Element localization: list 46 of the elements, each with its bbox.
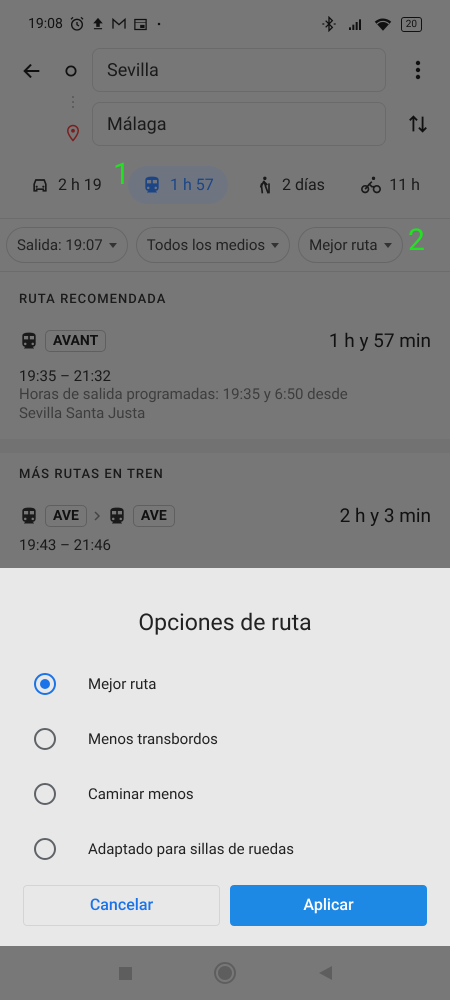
line-label: AVE: [45, 504, 87, 527]
radio-button[interactable]: [34, 673, 56, 695]
option-label[interactable]: Caminar menos: [88, 782, 194, 806]
dropdown-caret-icon: [108, 242, 117, 248]
option-label[interactable]: Mejor ruta: [88, 672, 156, 696]
destination-field[interactable]: Málaga: [92, 102, 386, 146]
annotation-number: 2: [408, 224, 425, 258]
bicycle-icon: [361, 175, 382, 195]
sheet-title: Opciones de ruta: [137, 608, 313, 638]
dropdown-caret-icon: [271, 242, 280, 248]
apply-button[interactable]: Aplicar: [230, 884, 427, 926]
bluetooth-icon: [320, 16, 337, 32]
radio-button[interactable]: [34, 783, 56, 805]
filter-chip[interactable]: Todos los medios: [136, 227, 290, 263]
annotation-number: 1: [113, 158, 130, 192]
travel-mode-tab[interactable]: 1 h 57: [128, 166, 228, 204]
upload-icon: [90, 16, 105, 32]
section-heading: MÁS RUTAS EN TREN: [19, 465, 165, 484]
cancel-button[interactable]: Cancelar: [23, 884, 220, 926]
destination-pin-icon: [64, 123, 82, 143]
origin-field[interactable]: Sevilla: [92, 48, 386, 92]
status-time: 19:08: [28, 14, 63, 34]
travel-mode-tab[interactable]: 2 días: [244, 166, 335, 204]
line-label: AVANT: [45, 330, 106, 352]
more-vertical-icon: [414, 59, 422, 81]
chevron-right-icon: [92, 510, 101, 521]
dropdown-caret-icon: [384, 242, 392, 248]
radio-button[interactable]: [34, 728, 56, 750]
filter-chip[interactable]: Mejor ruta: [298, 227, 403, 263]
route-times: 19:43 – 21:46: [19, 536, 112, 554]
line-label: AVE: [132, 504, 175, 527]
travel-mode-tab[interactable]: 2 h 19: [20, 166, 112, 204]
route-duration: 1 h y 57 min: [328, 328, 431, 354]
option-label[interactable]: Adaptado para sillas de ruedas: [88, 838, 294, 860]
calendar-icon: [132, 16, 148, 32]
route-duration: 2 h y 3 min: [340, 502, 431, 528]
option-label[interactable]: Menos transbordos: [88, 728, 218, 750]
route-note: Horas de salida programadas: 19:35 y 6:50 desde Sevilla Santa Justa: [19, 385, 349, 423]
battery-icon: 20: [400, 16, 422, 32]
alarm-icon: [68, 16, 85, 32]
route-times: 19:35 – 21:32: [19, 367, 112, 385]
radio-button[interactable]: [34, 838, 56, 860]
travel-mode-tab[interactable]: 11 h: [351, 166, 430, 204]
filter-chip[interactable]: Salida: 19:07: [6, 227, 128, 263]
origin-circle-icon: [64, 64, 78, 78]
section-heading: RUTA RECOMENDADA: [19, 291, 168, 309]
